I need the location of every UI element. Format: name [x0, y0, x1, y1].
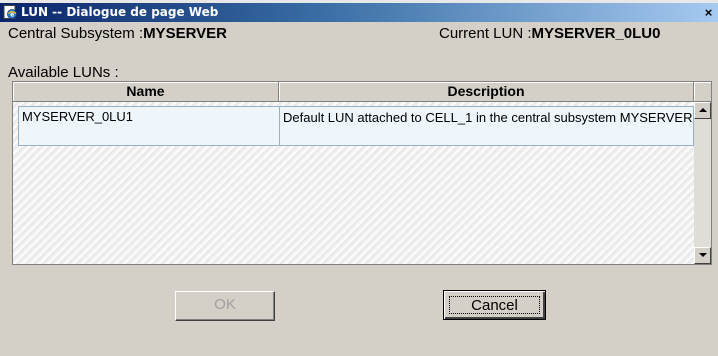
vertical-scrollbar[interactable] [694, 102, 711, 264]
arrow-up-icon [699, 108, 707, 112]
current-lun-info: Current LUN :MYSERVER_0LU0 [439, 25, 660, 42]
column-header-name[interactable]: Name [13, 82, 279, 102]
cancel-button[interactable]: Cancel [443, 290, 546, 320]
arrow-down-icon [699, 253, 707, 257]
central-subsystem-label: Central Subsystem : [8, 25, 144, 42]
column-header-description[interactable]: Description [279, 82, 694, 102]
svg-text:e: e [10, 12, 14, 19]
current-lun-label: Current LUN : [439, 25, 532, 42]
cancel-button-label: Cancel [449, 296, 540, 314]
lun-dialog-window: e LUN -- Dialogue de page Web × Central … [0, 0, 718, 356]
title-bar[interactable]: e LUN -- Dialogue de page Web × [0, 3, 718, 22]
central-subsystem-value: MYSERVER [143, 25, 227, 42]
available-luns-label: Available LUNs : [8, 64, 119, 81]
ie-page-icon: e [3, 5, 18, 20]
window-title: LUN -- Dialogue de page Web [21, 5, 219, 19]
lun-table: Name Description MYSERVER_0LU1 Default L… [12, 81, 712, 265]
lun-description-cell: Default LUN attached to CELL_1 in the ce… [283, 110, 693, 125]
scroll-up-button[interactable] [694, 102, 711, 119]
cell-divider [279, 107, 280, 145]
central-subsystem-info: Central Subsystem :MYSERVER [8, 25, 227, 42]
current-lun-value: MYSERVER_0LU0 [531, 25, 661, 42]
column-header-corner [694, 82, 711, 102]
ok-button[interactable]: OK [175, 291, 275, 321]
scroll-down-button[interactable] [694, 247, 711, 264]
lun-name-cell: MYSERVER_0LU1 [22, 109, 134, 124]
table-row[interactable]: MYSERVER_0LU1 Default LUN attached to CE… [18, 106, 694, 146]
close-icon[interactable]: × [701, 5, 716, 20]
